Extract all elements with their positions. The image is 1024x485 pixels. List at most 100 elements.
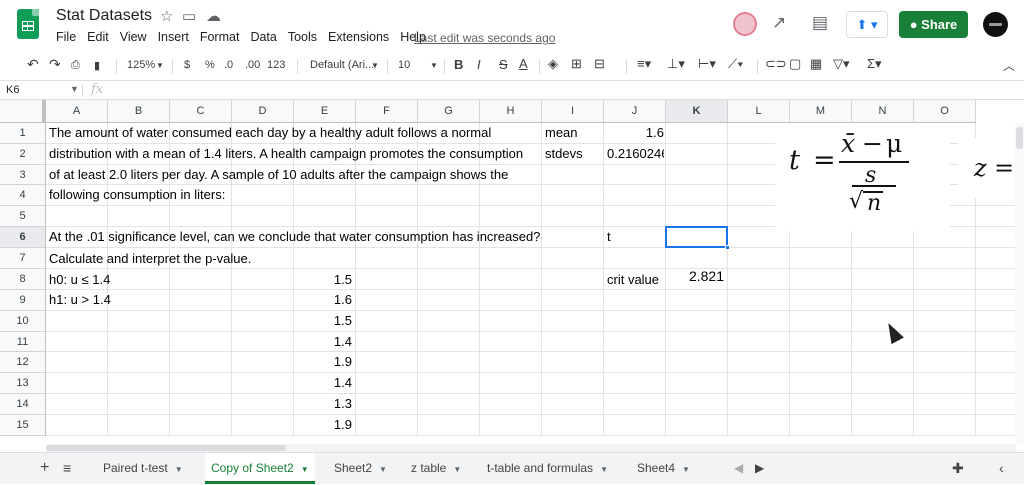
cell-e10[interactable]: 1.5 xyxy=(294,311,352,332)
insert-link-icon[interactable]: ⊂⊃ xyxy=(765,56,787,72)
collaborator-avatar[interactable] xyxy=(733,12,757,36)
cell-a6[interactable]: At the .01 significance level, can we co… xyxy=(49,227,540,248)
strikethrough-button[interactable]: S xyxy=(499,57,508,72)
horizontal-align-icon[interactable]: ≡▾ xyxy=(637,56,651,72)
sheets-logo-icon[interactable] xyxy=(17,9,39,39)
zoom-select[interactable]: 125% xyxy=(127,59,155,71)
row-header-13[interactable]: 13 xyxy=(0,373,46,394)
column-header-k[interactable]: K xyxy=(666,100,728,123)
increase-decimal-button[interactable]: .00 xyxy=(245,59,260,71)
vertical-scrollbar[interactable] xyxy=(1015,123,1024,444)
cell-j8[interactable]: crit value xyxy=(607,269,659,290)
explore-icon[interactable]: ✚ xyxy=(946,453,970,484)
undo-icon[interactable]: ↶ xyxy=(27,56,39,73)
row-header-14[interactable]: 14 xyxy=(0,394,46,415)
decrease-decimal-button[interactable]: .0 xyxy=(224,59,233,71)
row-header-11[interactable]: 11 xyxy=(0,331,46,353)
column-header-b[interactable]: B xyxy=(108,100,170,123)
column-header-o[interactable]: O xyxy=(914,100,976,123)
insert-chart-icon[interactable]: ▦ xyxy=(810,56,822,72)
text-rotation-icon[interactable]: ⟋▾ xyxy=(728,56,743,72)
menu-data[interactable]: Data xyxy=(250,30,276,46)
cell-a9[interactable]: h1: u > 1.4 xyxy=(49,290,111,311)
currency-format-button[interactable]: $ xyxy=(184,59,190,71)
font-select[interactable]: Default (Ari... xyxy=(310,59,374,71)
more-formats-button[interactable]: 123 xyxy=(267,59,285,71)
cell-e8[interactable]: 1.5 xyxy=(294,269,352,290)
column-header-g[interactable]: G xyxy=(418,100,480,123)
merge-cells-icon[interactable]: ⊟ xyxy=(594,56,605,72)
insert-comment-icon[interactable]: ▢ xyxy=(789,56,801,72)
tab-sheet2[interactable]: Sheet2 ▼ xyxy=(328,453,393,484)
functions-icon[interactable]: Σ▾ xyxy=(867,56,882,72)
horizontal-scrollbar[interactable] xyxy=(46,444,1016,452)
row-header-15[interactable]: 15 xyxy=(0,414,46,436)
cell-k8[interactable]: 2.821 xyxy=(666,266,724,287)
menu-extensions[interactable]: Extensions xyxy=(328,30,389,46)
menu-view[interactable]: View xyxy=(120,30,147,46)
activity-trend-icon[interactable]: ↗ xyxy=(772,13,786,33)
print-icon[interactable]: ⎙ xyxy=(71,59,80,72)
tab-t-table-and-formulas[interactable]: t-table and formulas ▼ xyxy=(481,453,614,484)
cell-a1[interactable]: The amount of water consumed each day by… xyxy=(49,123,491,144)
borders-icon[interactable]: ⊞ xyxy=(571,56,582,72)
row-header-1[interactable]: 1 xyxy=(0,123,46,144)
italic-button[interactable]: I xyxy=(477,57,481,72)
collapse-toolbar-icon[interactable]: ︿ xyxy=(1003,57,1015,74)
share-button[interactable]: ● Share xyxy=(899,11,968,38)
percent-format-button[interactable]: % xyxy=(205,59,215,71)
column-header-f[interactable]: F xyxy=(356,100,418,123)
cell-a2[interactable]: distribution with a mean of 1.4 liters. … xyxy=(49,144,523,165)
row-header-4[interactable]: 4 xyxy=(0,185,46,207)
move-folder-icon[interactable]: ▭ xyxy=(182,7,196,25)
menu-edit[interactable]: Edit xyxy=(87,30,109,46)
column-header-j[interactable]: J xyxy=(604,100,666,123)
column-header-d[interactable]: D xyxy=(232,100,294,123)
row-header-12[interactable]: 12 xyxy=(0,352,46,374)
text-wrapping-icon[interactable]: ⊢▾ xyxy=(698,56,716,72)
row-header-2[interactable]: 2 xyxy=(0,143,46,165)
cell-i2[interactable]: stdevs xyxy=(545,144,583,165)
all-sheets-icon[interactable]: ≡ xyxy=(57,453,77,484)
cell-j1[interactable]: 1.6 xyxy=(604,123,664,144)
cell-e15[interactable]: 1.9 xyxy=(294,415,352,436)
cell-j6[interactable]: t xyxy=(607,227,611,248)
collapse-side-panel-icon[interactable]: ‹ xyxy=(993,453,1010,484)
cell-a8[interactable]: h0: u ≤ 1.4 xyxy=(49,269,110,290)
cell-a7[interactable]: Calculate and interpret the p-value. xyxy=(49,248,251,269)
column-header-e[interactable]: E xyxy=(294,100,356,123)
column-header-c[interactable]: C xyxy=(170,100,232,123)
cell-a3[interactable]: of at least 2.0 liters per day. A sample… xyxy=(49,165,508,186)
text-color-button[interactable]: A xyxy=(519,56,528,71)
tab-sheet4[interactable]: Sheet4 ▼ xyxy=(631,453,696,484)
redo-icon[interactable]: ↷ xyxy=(49,56,61,73)
present-button[interactable]: ⬆ ▾ xyxy=(846,11,888,38)
cloud-status-icon[interactable]: ☁ xyxy=(206,7,221,25)
tab-paired-t-test[interactable]: Paired t-test ▼ xyxy=(97,453,189,484)
font-size-select[interactable]: 10 xyxy=(398,59,410,71)
cell-e11[interactable]: 1.4 xyxy=(294,332,352,353)
t-statistic-formula-image[interactable]: t = x̄ − μ s √ n xyxy=(775,123,950,231)
cell-e14[interactable]: 1.3 xyxy=(294,394,352,415)
vertical-align-icon[interactable]: ⊥▾ xyxy=(667,56,685,72)
last-edit-link[interactable]: Last edit was seconds ago xyxy=(414,31,555,45)
row-header-5[interactable]: 5 xyxy=(0,206,46,228)
cell-a4[interactable]: following consumption in liters: xyxy=(49,185,225,206)
fill-color-icon[interactable]: ◈ xyxy=(548,56,558,72)
scroll-tabs-left-icon[interactable]: ◀ xyxy=(728,453,749,484)
filter-icon[interactable]: ▽▾ xyxy=(833,56,850,72)
cell-e9[interactable]: 1.6 xyxy=(294,290,352,311)
tab-z-table[interactable]: z table ▼ xyxy=(405,453,467,484)
account-avatar[interactable] xyxy=(983,12,1008,37)
cell-i1[interactable]: mean xyxy=(545,123,578,144)
column-header-n[interactable]: N xyxy=(852,100,914,123)
add-sheet-icon[interactable]: + xyxy=(34,453,55,484)
menu-tools[interactable]: Tools xyxy=(288,30,317,46)
menu-insert[interactable]: Insert xyxy=(158,30,189,46)
name-box[interactable]: K6 xyxy=(6,84,19,96)
tab-copy-of-sheet2[interactable]: Copy of Sheet2 ▼ xyxy=(205,453,315,484)
row-header-10[interactable]: 10 xyxy=(0,310,46,332)
column-header-a[interactable]: A xyxy=(46,100,108,123)
row-header-8[interactable]: 8 xyxy=(0,269,46,290)
row-header-3[interactable]: 3 xyxy=(0,164,46,186)
